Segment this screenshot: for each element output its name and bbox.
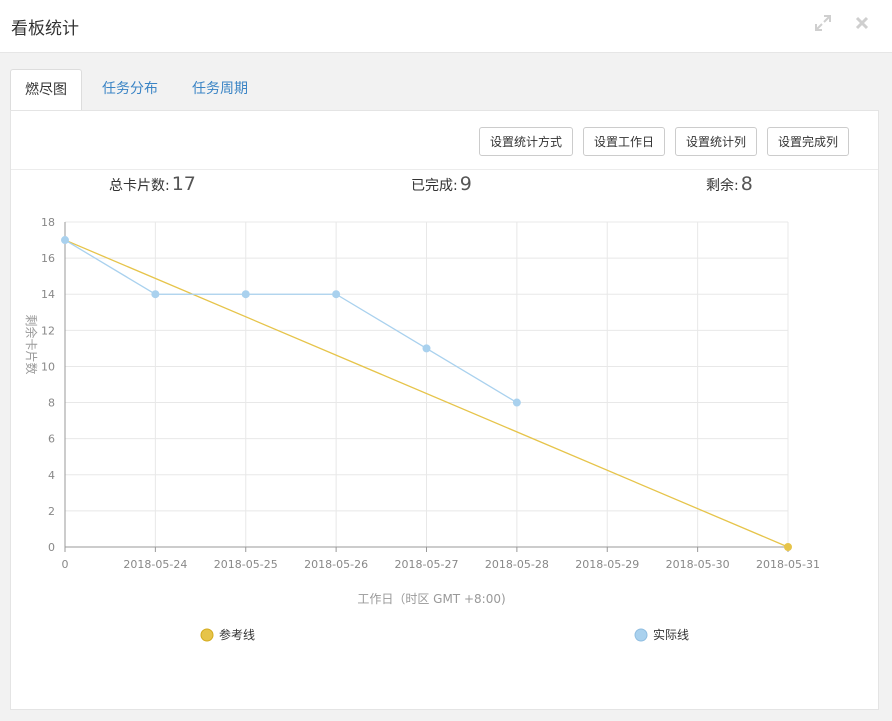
remaining-cards-stat: 剩余: 8 <box>706 173 753 195</box>
total-cards-stat: 总卡片数: 17 <box>109 173 196 195</box>
remaining-cards-label: 剩余: <box>706 178 739 194</box>
set-stat-method-button[interactable]: 设置统计方式 <box>479 127 573 156</box>
remaining-cards-value: 8 <box>740 173 753 195</box>
window-title: 看板统计 <box>11 19 79 39</box>
total-cards-value: 17 <box>171 173 196 195</box>
set-stat-column-button[interactable]: 设置统计列 <box>675 127 757 156</box>
tab-task-cycle[interactable]: 任务周期 <box>178 69 262 110</box>
done-cards-stat: 已完成: 9 <box>411 173 472 195</box>
done-cards-value: 9 <box>459 173 472 195</box>
close-icon[interactable] <box>852 13 872 33</box>
window-header: 看板统计 <box>0 0 892 53</box>
burndown-panel: 设置统计方式 设置工作日 设置统计列 设置完成列 总卡片数: 17 已完成: 9 剩… <box>10 110 879 710</box>
toolbar-divider <box>11 169 878 170</box>
tab-burndown[interactable]: 燃尽图 <box>10 69 82 111</box>
set-workday-button[interactable]: 设置工作日 <box>583 127 665 156</box>
tab-task-distribution[interactable]: 任务分布 <box>88 69 172 110</box>
total-cards-label: 总卡片数: <box>109 178 170 194</box>
expand-icon[interactable] <box>813 13 833 33</box>
set-done-column-button[interactable]: 设置完成列 <box>767 127 849 156</box>
done-cards-label: 已完成: <box>411 178 458 194</box>
